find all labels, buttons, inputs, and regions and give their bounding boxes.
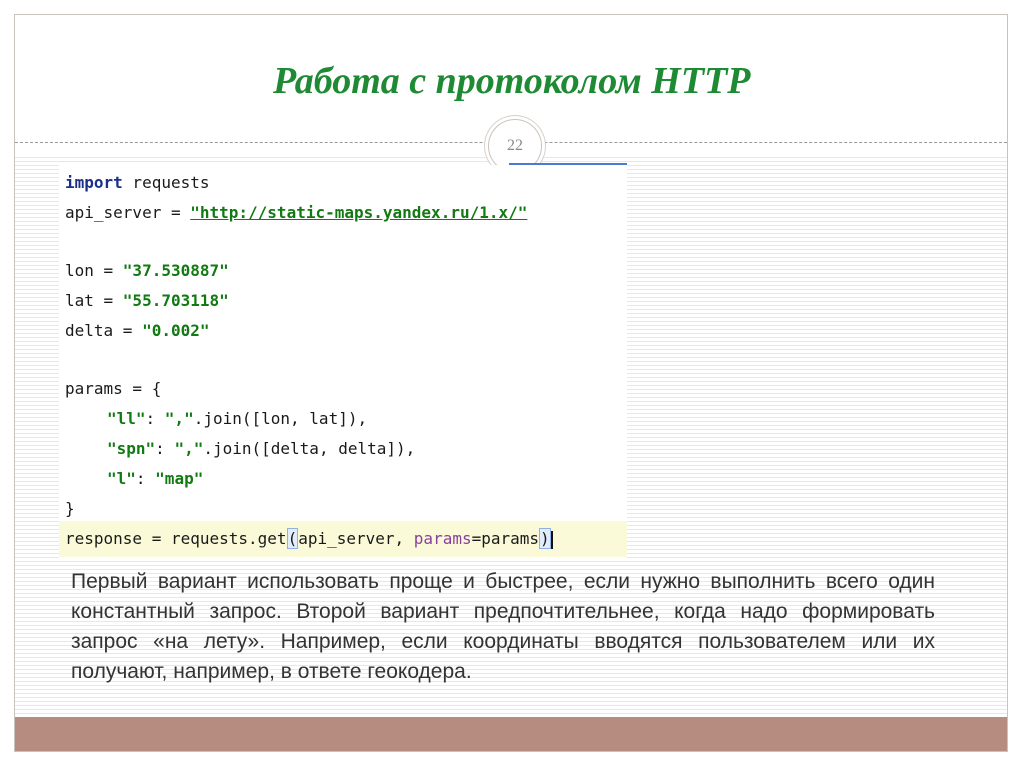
code-string: "spn" <box>107 439 156 458</box>
code-string: "l" <box>107 469 136 488</box>
code-text: api_server, <box>298 529 414 548</box>
code-text: : <box>135 469 156 488</box>
code-line-10: } <box>65 499 75 519</box>
code-text: =params <box>471 529 540 548</box>
code-text: response = requests.get <box>65 529 287 548</box>
matched-paren-open: ( <box>286 528 299 549</box>
page-number: 22 <box>507 137 523 154</box>
code-string: "," <box>174 439 204 458</box>
code-string: "37.530887" <box>122 261 229 280</box>
code-text: : <box>155 439 175 458</box>
code-line-4: lat = "55.703118" <box>65 291 229 311</box>
code-text: .join([lon, lat]), <box>193 409 368 428</box>
code-line-1: import requests <box>65 173 210 193</box>
code-string: "," <box>164 409 194 428</box>
code-text: .join([delta, delta]), <box>203 439 416 458</box>
code-line-7: "ll": ",".join([lon, lat]), <box>107 409 367 429</box>
code-string: "map" <box>155 469 204 488</box>
code-text: : <box>145 409 165 428</box>
code-string: "ll" <box>107 409 146 428</box>
code-text: requests <box>122 173 210 192</box>
text-cursor <box>550 530 553 549</box>
footer-bar <box>15 717 1007 751</box>
code-text: api_server = <box>65 203 191 222</box>
slide: Работа с протоколом HTTP 22 import reque… <box>14 14 1008 752</box>
matched-paren-close: ) <box>539 528 551 549</box>
code-text: } <box>65 499 75 518</box>
code-string-url: "http://static-maps.yandex.ru/1.x/" <box>190 203 528 222</box>
code-text: lon = <box>65 261 123 280</box>
code-block: import requests api_server = "http://sta… <box>59 165 627 561</box>
code-line-6: params = { <box>65 379 161 399</box>
code-string: "55.703118" <box>122 291 229 310</box>
code-text: params = { <box>65 379 162 398</box>
description-paragraph: Первый вариант использовать проще и быст… <box>71 570 935 683</box>
code-line-11: response = requests.get(api_server, para… <box>65 528 553 549</box>
code-line-5: delta = "0.002" <box>65 321 210 341</box>
code-string: "0.002" <box>142 321 210 340</box>
code-line-9: "l": "map" <box>107 469 203 489</box>
code-line-2: api_server = "http://static-maps.yandex.… <box>65 203 527 223</box>
code-text: lat = <box>65 291 123 310</box>
code-line-8: "spn": ",".join([delta, delta]), <box>107 439 415 459</box>
code-line-3: lon = "37.530887" <box>65 261 229 281</box>
keyword-import: import <box>65 173 123 192</box>
code-param-name: params <box>413 529 472 548</box>
slide-title: Работа с протоколом HTTP <box>273 60 751 102</box>
code-text: delta = <box>65 321 143 340</box>
